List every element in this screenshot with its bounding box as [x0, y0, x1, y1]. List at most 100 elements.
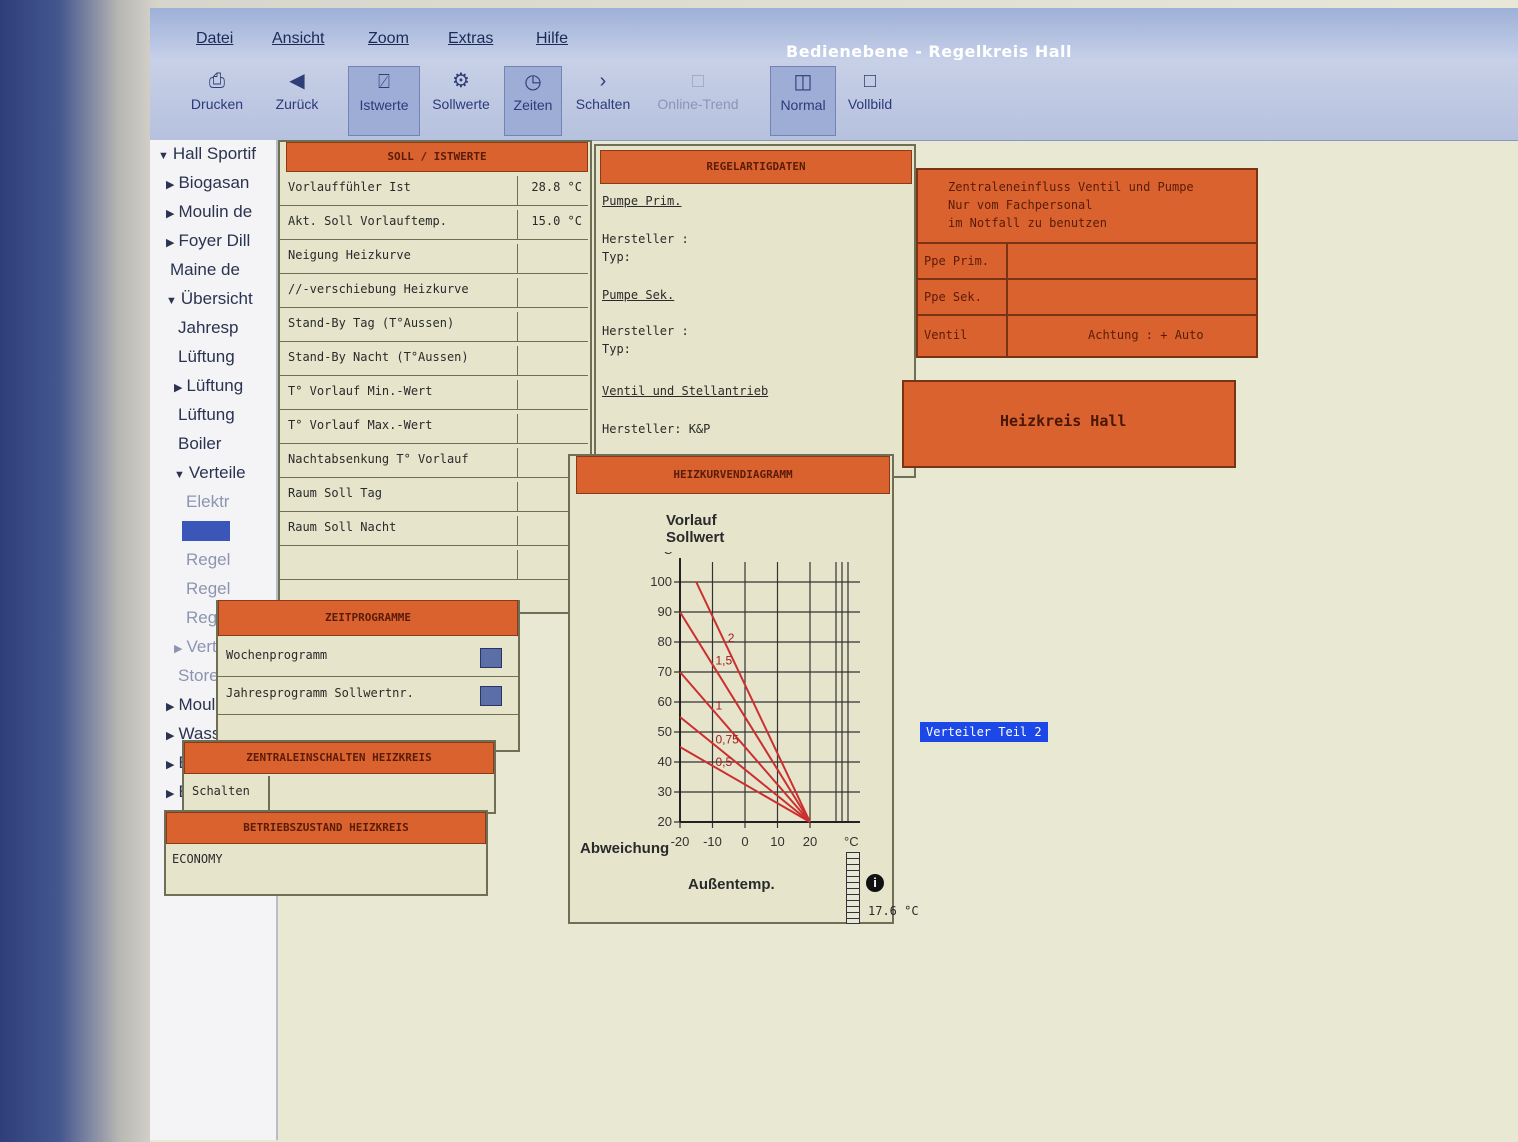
heizkreis-hall-label: Heizkreis Hall — [1000, 412, 1127, 430]
tree-item[interactable]: Boiler — [174, 434, 221, 454]
wochenprogramm-open-button[interactable] — [480, 648, 502, 668]
heizkreis-hall-box[interactable]: Heizkreis Hall — [902, 380, 1236, 468]
tree-expander-icon[interactable]: ▼ — [158, 150, 169, 162]
hersteller-1-label: Hersteller : — [602, 232, 689, 246]
schalten-button[interactable]: › Schalten — [568, 66, 638, 134]
ventil-label: Ventil und Stellantrieb — [602, 384, 769, 398]
wochenprogramm-row[interactable]: Wochenprogramm — [218, 640, 518, 677]
setpoint-row[interactable]: //-verschiebung Heizkurve — [280, 274, 588, 308]
tree-expander-icon[interactable]: ▶ — [166, 179, 174, 191]
back-button[interactable]: ◀ Zurück — [266, 66, 328, 134]
tree-item[interactable]: ▼ Hall Sportif — [158, 144, 256, 164]
tree-item[interactable]: ▼ Verteile — [174, 463, 246, 483]
tree-item-label: Elektr — [186, 492, 230, 511]
tree-item[interactable]: Lüftung — [174, 405, 235, 425]
toolbar: ⎙ Drucken ◀ Zurück ⍁ Istwerte ⚙ Sollwert… — [150, 60, 1518, 141]
curve-label: 0,75 — [716, 732, 740, 746]
tree-expander-icon[interactable]: ▼ — [174, 469, 185, 481]
setpoint-value[interactable]: 28.8 °C — [517, 176, 582, 206]
setpoint-row[interactable] — [280, 546, 588, 580]
printer-icon: ⎙ — [209, 70, 225, 92]
schalten-divider — [268, 776, 270, 810]
jahresprogramm-open-button[interactable] — [480, 686, 502, 706]
setpoint-value[interactable]: 15.0 °C — [517, 210, 582, 240]
fullscreen-button[interactable]: □ Vollbild — [840, 66, 900, 134]
setpoint-value[interactable] — [517, 244, 582, 274]
normal-view-button[interactable]: ◫ Normal — [770, 66, 836, 136]
pumpe-prim-switch-label[interactable]: Ppe Prim. — [924, 254, 989, 268]
fullscreen-icon: □ — [863, 70, 877, 92]
setpoint-value[interactable] — [517, 380, 582, 410]
sensor-value: 17.6 °C — [868, 904, 919, 918]
tree-item[interactable]: ▼ Übersicht — [166, 289, 253, 309]
pumpe-sek-switch-label[interactable]: Ppe Sek. — [924, 290, 982, 304]
verteiler-teil-2-link[interactable]: Verteiler Teil 2 — [920, 722, 1048, 742]
window-title: Bedienebene - Regelkreis Hall — [786, 42, 1072, 61]
tree-expander-icon[interactable]: ▶ — [166, 208, 174, 220]
tree-expander-icon[interactable]: ▶ — [166, 701, 174, 713]
thermometer-gauge — [846, 852, 860, 924]
ventil-switch-label[interactable]: Ventil — [924, 328, 967, 342]
setpoint-row[interactable]: Nachtabsenkung T° Vorlauf — [280, 444, 588, 478]
tree-expander-icon[interactable]: ▶ — [166, 730, 174, 742]
setpoint-value[interactable] — [517, 312, 582, 342]
setpoint-row[interactable]: Neigung Heizkurve — [280, 240, 588, 274]
menu-extras[interactable]: Extras — [448, 30, 493, 48]
setpoint-row[interactable]: T° Vorlauf Max.-Wert — [280, 410, 588, 444]
tree-item[interactable]: ▶ Biogasan — [166, 173, 249, 193]
zeiten-button[interactable]: ◷ Zeiten — [504, 66, 562, 136]
tree-expander-icon[interactable]: ▶ — [166, 788, 174, 800]
x-tick-label: 0 — [741, 834, 748, 849]
setpoint-row[interactable]: Raum Soll Tag — [280, 478, 588, 512]
setpoint-row[interactable]: Stand-By Tag (T°Aussen) — [280, 308, 588, 342]
tree-item[interactable]: Jahresp — [174, 318, 238, 338]
print-button[interactable]: ⎙ Drucken — [184, 66, 250, 134]
info-icon[interactable]: i — [866, 874, 884, 892]
menu-zoom[interactable]: Zoom — [368, 30, 409, 48]
tree-item[interactable]: Elektr — [182, 492, 229, 512]
tree-item[interactable]: Regel — [182, 521, 231, 541]
jahresprogramm-row[interactable]: Jahresprogramm Sollwertnr. — [218, 678, 518, 715]
schalten-row[interactable]: Schalten — [184, 776, 494, 810]
tree-item-label: Regel — [186, 521, 231, 540]
menu-hilfe[interactable]: Hilfe — [536, 30, 568, 48]
tree-item[interactable]: Maine de — [166, 260, 240, 280]
setpoint-label: Stand-By Tag (T°Aussen) — [288, 316, 455, 330]
tree-item[interactable]: Regel — [182, 550, 230, 570]
tree-expander-icon[interactable]: ▼ — [166, 295, 177, 307]
betriebszustand-value: ECONOMY — [172, 852, 223, 866]
pumpe-prim-label: Pumpe Prim. — [602, 194, 682, 208]
x-tick-label: -20 — [671, 834, 690, 849]
setpoint-row[interactable]: Akt. Soll Vorlauftemp. 15.0 °C — [280, 206, 588, 240]
y-tick-label: 50 — [658, 724, 672, 739]
setpoint-value[interactable] — [517, 278, 582, 308]
tree-item[interactable]: Lüftung — [174, 347, 235, 367]
trend-icon: □ — [691, 70, 705, 92]
tree-item-label: Übersicht — [180, 289, 253, 308]
tree-item-label: Moulin de — [178, 202, 253, 221]
menu-ansicht[interactable]: Ansicht — [272, 30, 324, 48]
tree-expander-icon[interactable]: ▶ — [174, 643, 182, 655]
tree-item[interactable]: ▶ Moulin de — [166, 202, 252, 222]
setpoint-value[interactable] — [517, 346, 582, 376]
curve-label: 1,5 — [716, 654, 733, 668]
setpoint-row[interactable]: Vorlauffühler Ist 28.8 °C — [280, 172, 588, 206]
tree-expander-icon[interactable]: ▶ — [174, 382, 182, 394]
setpoint-value[interactable] — [517, 414, 582, 444]
setpoint-row[interactable]: Stand-By Nacht (T°Aussen) — [280, 342, 588, 376]
setpoint-row[interactable]: T° Vorlauf Min.-Wert — [280, 376, 588, 410]
istwerte-button[interactable]: ⍁ Istwerte — [348, 66, 420, 136]
ventil-switch-value[interactable]: Achtung : + Auto — [1088, 328, 1204, 342]
sollwerte-button[interactable]: ⚙ Sollwerte — [426, 66, 496, 134]
y-unit-label: °C — [658, 552, 673, 557]
tree-expander-icon[interactable]: ▶ — [166, 237, 174, 249]
tree-item[interactable]: ▶ Foyer Dill — [166, 231, 250, 251]
zentraleinfluss-panel: Zentraleneinfluss Ventil und Pumpe Nur v… — [916, 168, 1258, 358]
setpoint-row[interactable]: Raum Soll Nacht — [280, 512, 588, 546]
tree-expander-icon[interactable]: ▶ — [166, 759, 174, 771]
online-trend-button[interactable]: □ Online-Trend — [646, 66, 750, 134]
tree-item[interactable]: ▶ Lüftung — [174, 376, 243, 396]
tree-item[interactable]: Regel — [182, 579, 230, 599]
zentraleinfluss-title-line-1: Zentraleneinfluss Ventil und Pumpe — [948, 180, 1194, 194]
menu-datei[interactable]: Datei — [196, 30, 233, 48]
